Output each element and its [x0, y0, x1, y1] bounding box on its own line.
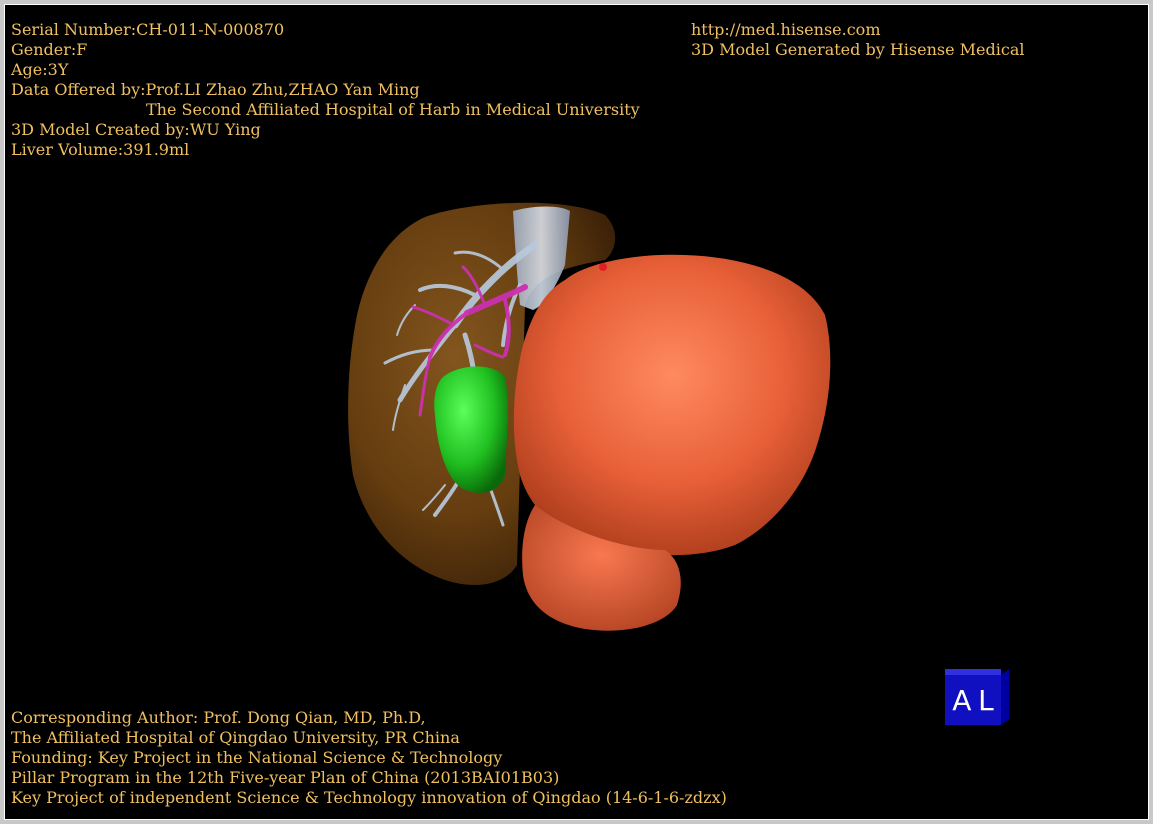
serial-number-text: Serial Number:CH-011-N-000870	[11, 20, 285, 39]
data-offered-text: Data Offered by:Prof.LI Zhao Zhu,ZHAO Ya…	[11, 80, 420, 99]
credits-line-4: Pillar Program in the 12th Five-year Pla…	[11, 768, 560, 787]
orientation-cube-icon[interactable]: A L	[945, 668, 1009, 725]
hospital-text: The Second Affiliated Hospital of Harb i…	[146, 100, 640, 119]
credits-line-3: Founding: Key Project in the National Sc…	[11, 748, 503, 767]
age-text: Age:3Y	[11, 60, 69, 79]
vessel-spot	[599, 263, 607, 271]
brand-url-text: http://med.hisense.com	[691, 20, 881, 39]
brand-panel: http://med.hisense.com 3D Model Generate…	[691, 20, 1024, 60]
orientation-label-left: L	[978, 683, 994, 717]
credits-line-2: The Affiliated Hospital of Qingdao Unive…	[11, 728, 460, 747]
credits-panel: Corresponding Author: Prof. Dong Qian, M…	[11, 708, 727, 808]
gender-text: Gender:F	[11, 40, 88, 59]
orientation-label-anterior: A	[952, 683, 972, 717]
created-by-text: 3D Model Created by:WU Ying	[11, 120, 261, 139]
credits-line-1: Corresponding Author: Prof. Dong Qian, M…	[11, 708, 426, 727]
liver-volume-text: Liver Volume:391.9ml	[11, 140, 190, 159]
orientation-cube-side	[1001, 668, 1009, 725]
credits-line-5: Key Project of independent Science & Tec…	[11, 788, 727, 807]
orientation-cube-face: A L	[945, 675, 1001, 725]
3d-viewport[interactable]: Serial Number:CH-011-N-000870 Gender:F A…	[4, 4, 1149, 820]
tumor-upper-mass	[513, 254, 831, 556]
patient-info-panel: Serial Number:CH-011-N-000870 Gender:F A…	[11, 20, 640, 160]
generated-by-text: 3D Model Generated by Hisense Medical	[691, 40, 1025, 59]
